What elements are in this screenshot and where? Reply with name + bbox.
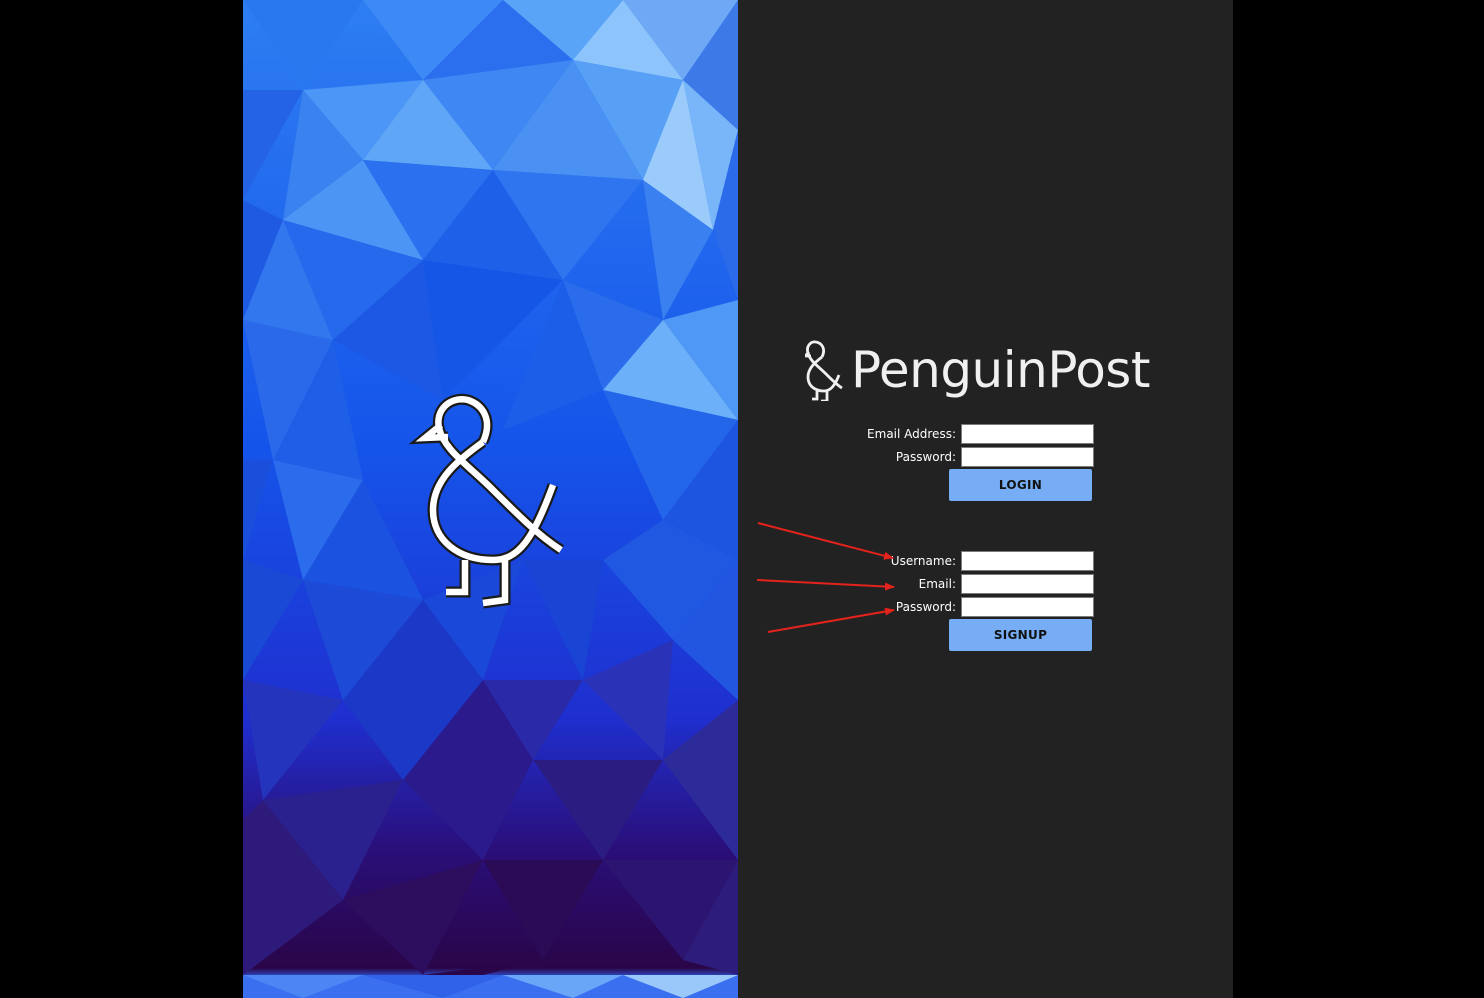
signup-username-label: Username:	[890, 554, 956, 568]
signup-email-label: Email:	[918, 577, 956, 591]
signup-password-label: Password:	[895, 600, 956, 614]
login-password-row: Password:	[820, 446, 1094, 468]
login-password-label: Password:	[895, 450, 956, 464]
signup-username-input[interactable]	[961, 551, 1094, 571]
signup-username-row: Username:	[820, 550, 1094, 572]
login-email-input[interactable]	[961, 424, 1094, 444]
login-button[interactable]: LOGIN	[949, 469, 1092, 501]
login-password-input[interactable]	[961, 447, 1094, 467]
signup-password-input[interactable]	[961, 597, 1094, 617]
signup-button[interactable]: SIGNUP	[949, 619, 1092, 651]
signup-email-input[interactable]	[961, 574, 1094, 594]
login-email-label: Email Address:	[867, 427, 956, 441]
brand-name: PenguinPost	[851, 341, 1150, 399]
login-email-row: Email Address:	[820, 423, 1094, 445]
low-poly-background	[243, 0, 738, 998]
signup-page: PenguinPost Email Address: Password: LOG…	[0, 0, 1484, 998]
signup-email-row: Email:	[820, 573, 1094, 595]
brand-header: PenguinPost	[805, 338, 1150, 402]
signup-password-row: Password:	[820, 596, 1094, 618]
ampersand-bird-icon	[805, 340, 843, 401]
hero-panel	[243, 0, 738, 998]
